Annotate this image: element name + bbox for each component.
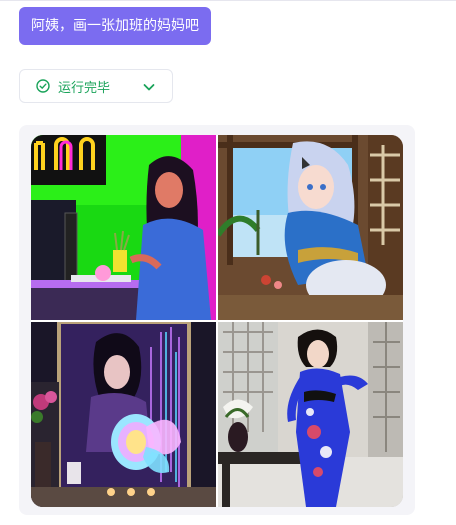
run-status-label: 运行完毕: [58, 80, 111, 96]
generated-image-4[interactable]: [218, 322, 403, 507]
generated-image-1[interactable]: [31, 135, 216, 320]
user-prompt-bubble: 阿姨，画一张加班的妈妈吧: [19, 7, 211, 45]
chevron-down-icon[interactable]: [142, 80, 156, 94]
top-divider: [0, 0, 456, 1]
check-circle-icon: [36, 79, 50, 93]
run-status-toggle[interactable]: 运行完毕: [19, 69, 173, 103]
generated-image-3[interactable]: [31, 322, 216, 507]
image-grid: [31, 135, 403, 507]
generated-image-2[interactable]: [218, 135, 403, 320]
generated-images-panel: [19, 125, 415, 515]
